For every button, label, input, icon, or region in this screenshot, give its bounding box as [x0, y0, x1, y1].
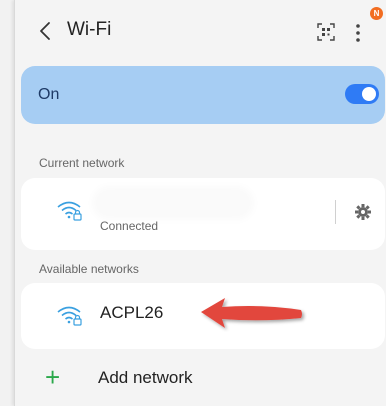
wifi-settings-screen: Wi-Fi N On Current network Connected Ava… — [14, 0, 386, 406]
qr-scan-icon[interactable] — [316, 22, 336, 42]
wifi-master-toggle-row[interactable]: On — [21, 66, 385, 124]
wifi-lock-icon — [57, 201, 82, 221]
add-network-button[interactable]: + Add network — [15, 354, 386, 404]
notification-badge: N — [370, 7, 383, 20]
current-network-heading: Current network — [39, 156, 125, 170]
network-name-redacted — [98, 192, 248, 214]
current-network-card[interactable]: Connected — [21, 178, 385, 250]
header: Wi-Fi N — [15, 0, 386, 62]
network-name: ACPL26 — [100, 303, 164, 322]
available-networks-heading: Available networks — [39, 262, 139, 276]
red-arrow-annotation — [201, 298, 302, 328]
plus-icon: + — [45, 362, 61, 392]
wifi-toggle-switch[interactable] — [345, 84, 379, 104]
more-vertical-icon[interactable] — [351, 20, 365, 46]
divider — [335, 200, 336, 224]
wifi-state-label: On — [38, 86, 60, 103]
toggle-knob — [362, 87, 376, 101]
wifi-lock-icon — [57, 306, 82, 326]
add-network-label: Add network — [98, 368, 193, 387]
chevron-left-icon[interactable] — [35, 20, 57, 42]
page-title: Wi-Fi — [67, 19, 112, 40]
connection-status: Connected — [100, 219, 159, 233]
gear-icon[interactable] — [354, 203, 372, 221]
